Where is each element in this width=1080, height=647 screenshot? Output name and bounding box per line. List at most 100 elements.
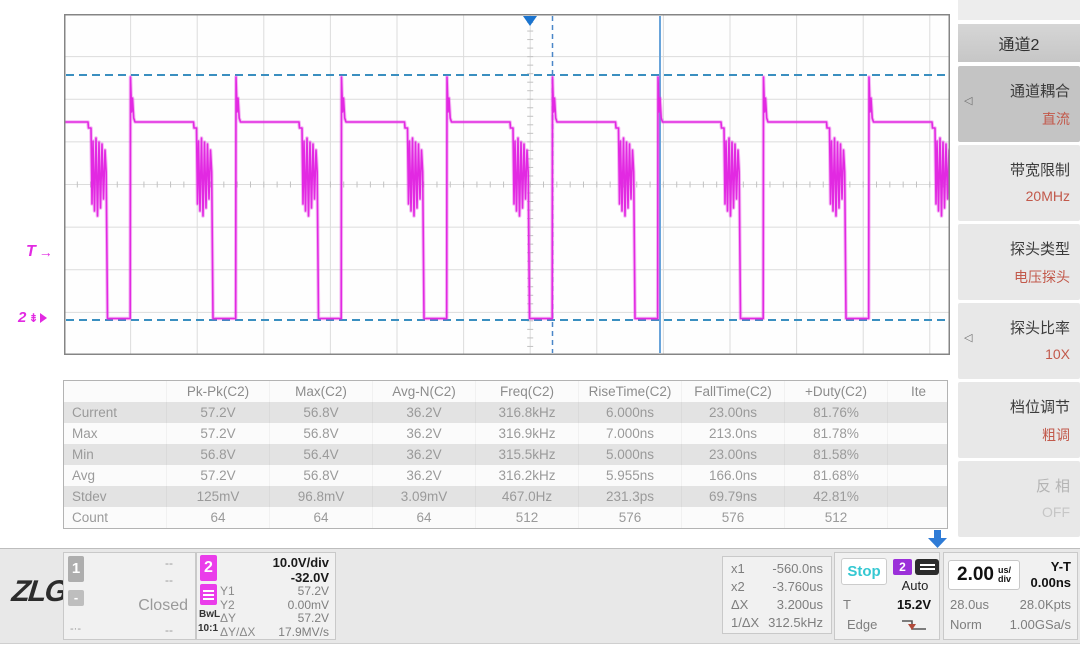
trigger-position-icon[interactable] [523, 16, 537, 26]
x-cursor-readout-box: x1-560.0nsx2-3.760usΔX3.200us1/ΔX312.5kH… [722, 556, 832, 634]
channel1-offset: -- [165, 573, 173, 587]
trigger-type: Edge [847, 617, 877, 632]
trigger-status-box[interactable]: Stop 2 Auto T 15.2V Edge [834, 552, 940, 640]
channel2-marker-label: 2 [18, 309, 26, 326]
measurement-value: 56.8V [166, 444, 269, 465]
row-label: Avg [64, 465, 166, 486]
expand-left-icon: ◁ [964, 331, 972, 344]
measurement-value: 6.000ns [578, 402, 681, 423]
channel1-bottom-left: -·- [70, 623, 81, 635]
measurement-value: 36.2V [372, 444, 475, 465]
menu-item-1[interactable]: ◁通道耦合直流 [958, 66, 1080, 142]
measurement-value: 64 [269, 507, 372, 528]
menu-item-4[interactable]: ◁探头比率10X [958, 303, 1080, 379]
measurement-value: 5.955ns [578, 465, 681, 486]
row-label: Min [64, 444, 166, 465]
measurement-header-row: Pk-Pk(C2)Max(C2)Avg-N(C2)Freq(C2)RiseTim… [64, 381, 947, 402]
capture-window: 28.0us [950, 597, 989, 612]
measurement-table: Pk-Pk(C2)Max(C2)Avg-N(C2)Freq(C2)RiseTim… [63, 380, 948, 529]
measurement-value: 576 [681, 507, 784, 528]
measurement-value: 56.4V [269, 444, 372, 465]
acquisition-mode: Norm [950, 617, 982, 632]
channel2-status-box[interactable]: 2 10.0V/div -32.0V BwL 10:1 Y157.2VY20.0… [196, 552, 336, 640]
measurement-value: 23.00ns [681, 444, 784, 465]
measurement-value: 467.0Hz [475, 486, 578, 507]
channel1-badge[interactable]: 1 [68, 556, 84, 582]
memory-points: 28.0Kpts [1020, 597, 1071, 612]
measurement-value: 5.000ns [578, 444, 681, 465]
measurement-value: 7.000ns [578, 423, 681, 444]
menu-item-label: 探头类型 [1010, 238, 1070, 259]
y-cursor-row: Y157.2V [220, 584, 329, 597]
menu-item-3[interactable]: 探头类型电压探头 [958, 224, 1080, 300]
measurement-value: 57.2V [166, 423, 269, 444]
measurement-value: 316.9kHz [475, 423, 578, 444]
row-label: Count [64, 507, 166, 528]
row-label: Current [64, 402, 166, 423]
y-cursor-row: ΔY57.2V [220, 611, 329, 624]
measurement-value: 23.00ns [681, 402, 784, 423]
x-cursor-row: 1/ΔX312.5kHz [731, 615, 823, 633]
waveform-display[interactable] [64, 14, 950, 355]
measurement-value: 42.81% [784, 486, 887, 507]
menu-item-label: 档位调节 [1010, 396, 1070, 417]
measurement-value: 56.8V [269, 423, 372, 444]
channel2-down-icon: ⇟ [28, 311, 38, 325]
run-stop-button[interactable]: Stop [841, 558, 887, 585]
measurement-value: 64 [372, 507, 475, 528]
menu-item-value: 粗调 [1042, 425, 1070, 445]
menu-item-2[interactable]: 带宽限制20MHz [958, 145, 1080, 221]
table-row: Count646464512576576512 [64, 507, 947, 528]
table-row: Current57.2V56.8V36.2V316.8kHz6.000ns23.… [64, 402, 947, 423]
menu-item-value: 10X [1045, 346, 1070, 362]
menu-item-label: 反 相 [1036, 475, 1070, 496]
timebase-scale-button[interactable]: 2.00 us/ div [948, 560, 1020, 590]
menu-item-value: 直流 [1042, 109, 1070, 129]
channel2-probe-ratio-flag: 10:1 [198, 623, 218, 634]
channel1-status-box[interactable]: 1 - -- -- Closed -·- -- [63, 552, 196, 640]
measurement-value [887, 486, 949, 507]
timebase-box[interactable]: 2.00 us/ div Y-T 0.00ns 28.0us 28.0Kpts … [943, 552, 1078, 640]
measurement-value: 3.09mV [372, 486, 475, 507]
menu-item-value: 20MHz [1026, 188, 1070, 204]
measurement-value: 576 [578, 507, 681, 528]
channel2-dc-coupling-icon [200, 584, 217, 605]
menu-title: 通道2 [958, 24, 1080, 62]
measurement-value: 166.0ns [681, 465, 784, 486]
measurement-value: 512 [784, 507, 887, 528]
measurement-value: 56.8V [269, 465, 372, 486]
channel2-scale: 10.0V/div [273, 555, 329, 570]
measurement-value: 96.8mV [269, 486, 372, 507]
trigger-level-value: 15.2V [897, 597, 931, 612]
trigger-arrow-icon: → [39, 244, 53, 260]
trigger-level-label: T [843, 597, 851, 612]
column-header: RiseTime(C2) [578, 381, 681, 402]
channel2-offset: -32.0V [291, 570, 329, 585]
column-header [64, 381, 166, 402]
menu-item-5[interactable]: 档位调节粗调 [958, 382, 1080, 458]
channel1-status: Closed [138, 597, 188, 615]
measurement-value: 56.8V [269, 402, 372, 423]
timebase-scale-unit: us/ div [998, 566, 1011, 584]
display-mode: Y-T [1051, 559, 1071, 574]
sidebar-top-strip [958, 0, 1080, 20]
channel1-bottom-right: -- [165, 623, 173, 637]
trigger-source-badge[interactable]: 2 [893, 559, 912, 575]
channel2-position-marker[interactable]: 2 ⇟ [18, 309, 47, 326]
timebase-scale-value: 2.00 [957, 564, 994, 586]
column-header: FallTime(C2) [681, 381, 784, 402]
row-label: Stdev [64, 486, 166, 507]
measurement-value: 36.2V [372, 423, 475, 444]
trigger-coupling-icon [915, 559, 939, 575]
menu-item-value: OFF [1042, 504, 1070, 520]
table-row: Min56.8V56.4V36.2V315.5kHz5.000ns23.00ns… [64, 444, 947, 465]
channel2-badge[interactable]: 2 [200, 555, 217, 581]
channel2-bandwidth-limit-flag: BwL [199, 609, 220, 620]
measurement-value: 81.68% [784, 465, 887, 486]
measurement-value: 81.76% [784, 402, 887, 423]
measurement-value [887, 423, 949, 444]
measurement-value [887, 444, 949, 465]
measurement-value: 81.78% [784, 423, 887, 444]
measurement-value: 57.2V [166, 465, 269, 486]
trigger-level-marker[interactable]: T → [26, 243, 53, 261]
